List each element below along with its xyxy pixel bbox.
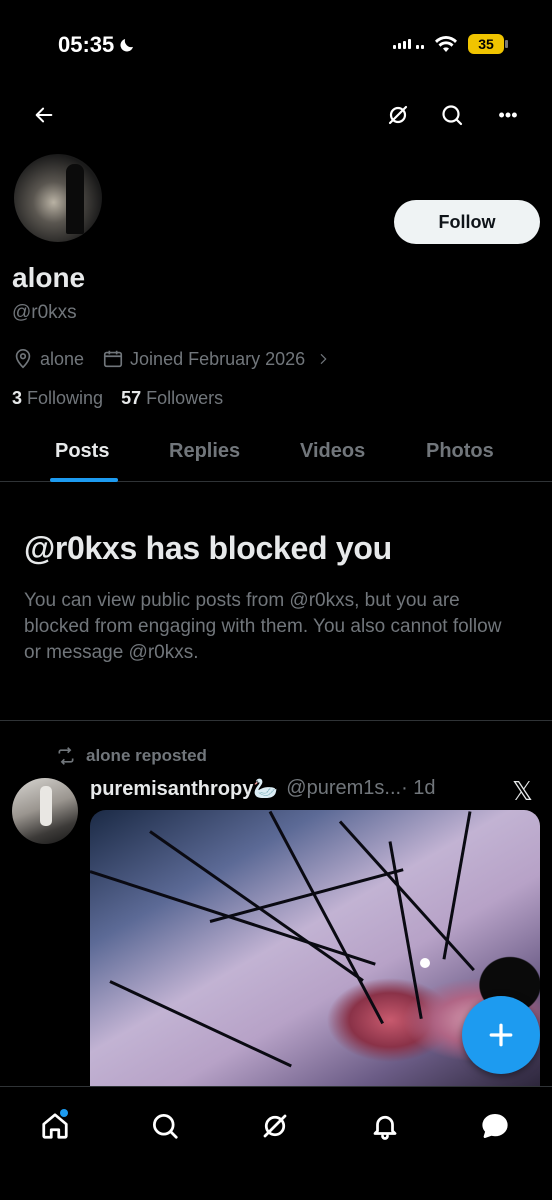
post-header: puremisanthropy🦢 @purem1s... · 1d (90, 776, 436, 801)
grok-icon (388, 105, 408, 125)
location-pin-icon (15, 349, 31, 369)
active-tab-indicator (50, 478, 118, 482)
profile-meta: alone Joined February 2026 (12, 346, 349, 372)
compose-post-button[interactable] (462, 996, 540, 1074)
plus-icon (489, 1023, 513, 1047)
notifications-icon (373, 1115, 397, 1140)
nav-notifications[interactable] (360, 1101, 410, 1151)
repost-label[interactable]: alone reposted (86, 746, 207, 766)
following-link[interactable]: 3 Following (12, 388, 103, 409)
post-author-handle[interactable]: @purem1s... (286, 777, 401, 800)
follow-button[interactable]: Follow (394, 200, 540, 244)
more-icon (499, 112, 517, 118)
back-button[interactable] (24, 95, 64, 135)
more-button[interactable] (488, 95, 528, 135)
tab-photos[interactable]: Photos (426, 440, 494, 463)
follow-counts: 3 Following 57 Followers (12, 388, 223, 409)
profile-joined[interactable]: Joined February 2026 (102, 348, 331, 370)
profile-tabs: Posts Replies Videos Photos (0, 430, 552, 482)
joined-text: Joined February 2026 (130, 348, 306, 369)
following-count: 3 (12, 388, 23, 408)
repost-icon (58, 747, 74, 765)
status-bar: 05:35 35 (0, 0, 552, 90)
post-author-avatar[interactable] (12, 778, 78, 844)
status-time-text: 05:35 (58, 32, 115, 57)
nav-grok[interactable] (250, 1101, 300, 1151)
followers-count: 57 (121, 388, 142, 408)
eye-glint (420, 958, 430, 968)
followers-label: Followers (146, 388, 224, 408)
search-icon (153, 1114, 178, 1139)
blocked-message: You can view public posts from @r0kxs, b… (24, 590, 502, 663)
tab-replies[interactable]: Replies (169, 440, 240, 463)
nav-search[interactable] (140, 1101, 190, 1151)
nav-home[interactable] (30, 1101, 80, 1151)
post-author-name[interactable]: puremisanthropy🦢 (90, 776, 278, 801)
profile-avatar[interactable] (12, 152, 104, 244)
status-time: 05:35 (58, 32, 136, 58)
nav-messages[interactable] (470, 1101, 520, 1151)
profile-display-name: alone (12, 262, 86, 293)
grok-button[interactable] (378, 95, 418, 135)
tab-posts[interactable]: Posts (55, 440, 109, 463)
battery-indicator: 35 (468, 34, 508, 54)
section-divider (0, 720, 552, 721)
x-logo-icon[interactable]: 𝕏 (512, 776, 533, 807)
messages-icon (482, 1114, 508, 1138)
blocked-title: @r0kxs has blocked you (24, 530, 392, 566)
profile-location: alone (12, 348, 84, 370)
chevron-right-icon (320, 353, 327, 365)
signal-icon (393, 39, 424, 49)
profile-handle: @r0kxs (12, 302, 77, 323)
grok-icon (263, 1114, 287, 1138)
top-nav (0, 95, 552, 139)
search-button[interactable] (432, 95, 472, 135)
location-text: alone (40, 348, 85, 369)
search-icon (442, 105, 463, 126)
bottom-nav (0, 1086, 552, 1200)
home-notification-dot (60, 1109, 68, 1117)
status-indicators: 35 (393, 34, 508, 54)
repost-indicator: alone reposted (56, 746, 207, 766)
calendar-icon (103, 350, 123, 368)
wifi-icon (435, 35, 457, 52)
followers-link[interactable]: 57 Followers (121, 388, 223, 409)
tab-videos[interactable]: Videos (300, 440, 365, 463)
following-label: Following (27, 388, 104, 408)
post-timestamp[interactable]: · 1d (401, 777, 435, 800)
back-arrow-icon (35, 107, 53, 123)
moon-icon (120, 39, 134, 52)
